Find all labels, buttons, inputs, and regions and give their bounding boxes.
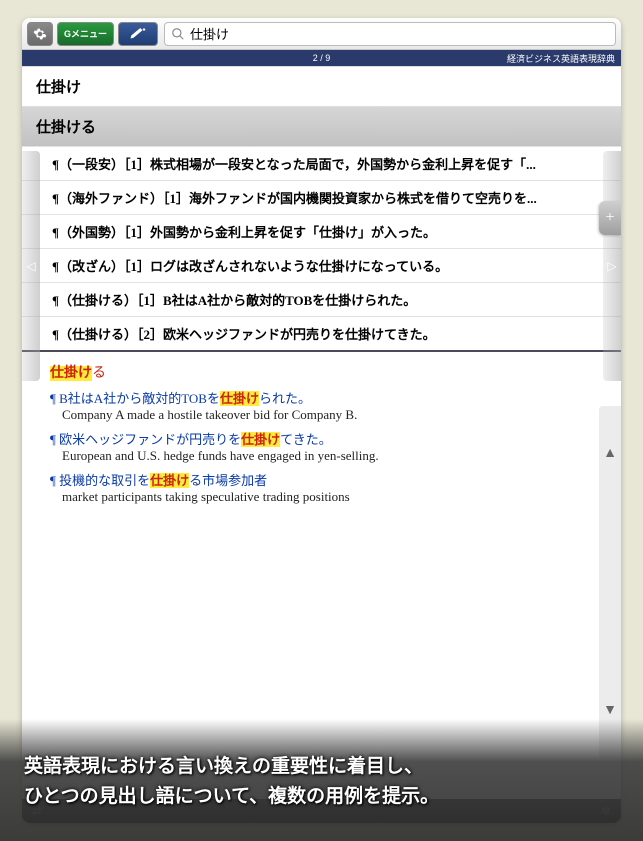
sense-entry: ¶ B社はA社から敵対的TOBを仕掛けられた。Company A made a …	[50, 388, 607, 423]
caption-line-2: ひとつの見出し語について、複数の用例を提示。	[24, 782, 619, 812]
scroll-up-button[interactable]: ▲	[603, 446, 617, 462]
result-row[interactable]: ¶（海外ファンド）［1］海外ファンドが国内機関投資家から株式を借りて空売りを..…	[22, 180, 621, 214]
next-page-rail[interactable]: ▷	[603, 151, 621, 381]
chevron-left-icon: ◁	[26, 259, 35, 274]
app-window: Gメニュー 2 / 9 経済ビジネス英語表現辞典 仕掛け仕掛ける ¶（一段安）［…	[22, 18, 621, 823]
result-position: 2 / 9	[313, 53, 331, 63]
toolbar: Gメニュー	[22, 18, 621, 50]
menu-label: Gメニュー	[64, 27, 107, 40]
sense-japanese: ¶ 欧米ヘッジファンドが円売りを仕掛けてきた。	[50, 429, 607, 448]
add-tab[interactable]: +	[599, 201, 621, 235]
result-row[interactable]: ¶（仕掛ける）［1］B社はA社から敵対的TOBを仕掛けられた。	[22, 282, 621, 316]
sense-entry: ¶ 投機的な取引を仕掛ける市場参加者market participants ta…	[50, 470, 607, 505]
dictionary-name: 経済ビジネス英語表現辞典	[507, 52, 615, 65]
headword-row[interactable]: 仕掛ける	[22, 106, 621, 146]
content-area: 仕掛け仕掛ける ¶（一段安）［1］株式相場が一段安となった局面で，外国勢から金利…	[22, 66, 621, 799]
result-row[interactable]: ¶（改ざん）［1］ログは改ざんされないような仕掛けになっている。	[22, 248, 621, 282]
sense-japanese: ¶ B社はA社から敵対的TOBを仕掛けられた。	[50, 388, 607, 407]
headword-row[interactable]: 仕掛け	[22, 66, 621, 106]
sense-english: European and U.S. hedge funds have engag…	[62, 448, 607, 464]
scroll-rail: ▲ ▼	[599, 406, 621, 759]
caption-line-1: 英語表現における言い換えの重要性に着目し、	[24, 752, 619, 782]
result-row[interactable]: ¶（外国勢）［1］外国勢から金利上昇を促す「仕掛け」が入った。	[22, 214, 621, 248]
sense-entry: ¶ 欧米ヘッジファンドが円売りを仕掛けてきた。European and U.S.…	[50, 429, 607, 464]
caption-overlay: 英語表現における言い換えの重要性に着目し、 ひとつの見出し語について、複数の用例…	[0, 719, 643, 841]
gear-icon	[33, 27, 47, 41]
menu-button[interactable]: Gメニュー	[57, 22, 114, 46]
sense-english: Company A made a hostile takeover bid fo…	[62, 407, 607, 423]
plus-icon: +	[605, 209, 614, 227]
chevron-right-icon: ▷	[607, 259, 616, 274]
scroll-down-button[interactable]: ▼	[603, 703, 617, 719]
search-icon	[171, 27, 185, 41]
detail-headword: 仕掛ける	[50, 362, 607, 382]
sense-english: market participants taking speculative t…	[62, 489, 607, 505]
pen-button[interactable]	[118, 22, 158, 46]
sense-japanese: ¶ 投機的な取引を仕掛ける市場参加者	[50, 470, 607, 489]
result-row[interactable]: ¶（一段安）［1］株式相場が一段安となった局面で，外国勢から金利上昇を促す「..…	[22, 146, 621, 180]
prev-page-rail[interactable]: ◁	[22, 151, 40, 381]
result-row[interactable]: ¶（仕掛ける）［2］欧米ヘッジファンドが円売りを仕掛けてきた。	[22, 316, 621, 350]
search-field[interactable]	[164, 22, 616, 46]
search-input[interactable]	[190, 26, 609, 42]
results-panel: 仕掛け仕掛ける ¶（一段安）［1］株式相場が一段安となった局面で，外国勢から金利…	[22, 66, 621, 352]
pen-icon	[129, 27, 147, 41]
settings-button[interactable]	[27, 22, 53, 46]
status-bar: 2 / 9 経済ビジネス英語表現辞典	[22, 50, 621, 66]
